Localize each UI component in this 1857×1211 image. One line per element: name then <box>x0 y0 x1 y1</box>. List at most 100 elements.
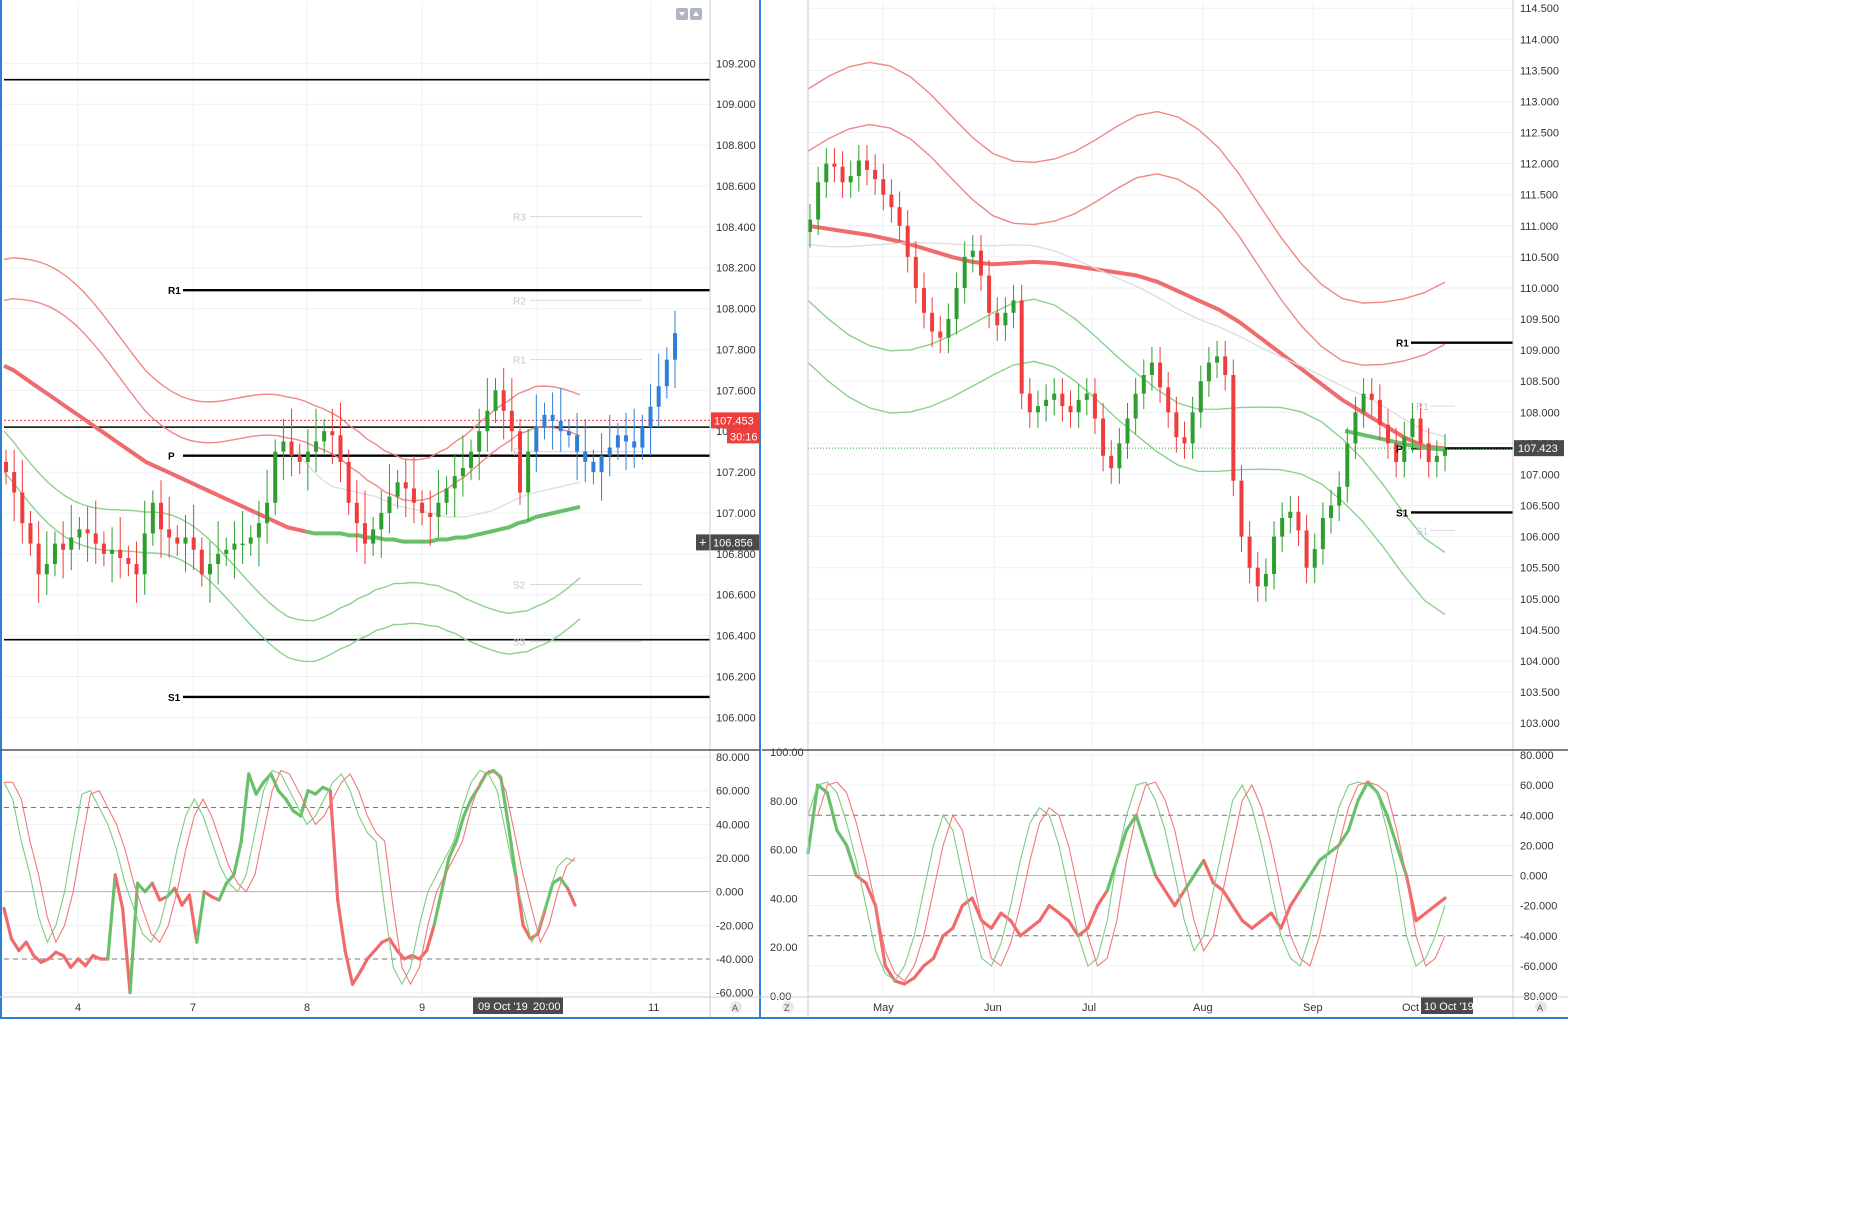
candle-body <box>615 435 620 448</box>
oscillator-main-line <box>951 904 965 930</box>
oscillator-main-line <box>195 890 206 944</box>
y-tick-label: 104.500 <box>1520 625 1560 637</box>
candle-body <box>1345 443 1350 487</box>
faint-pivot-label: R2 <box>513 296 526 307</box>
faint-pivot-label: S2 <box>513 580 526 591</box>
oscillator-main-line <box>61 954 73 969</box>
candle-body <box>485 410 490 432</box>
osc-y-tick-label-left: 80.00 <box>770 796 798 808</box>
candle-body <box>816 182 821 220</box>
candle-body <box>134 564 139 575</box>
candle-body <box>1035 406 1040 413</box>
candle-body <box>199 549 204 575</box>
oscillator-main-line <box>1202 858 1215 885</box>
candle-body <box>93 533 98 544</box>
candle-body <box>1320 517 1325 550</box>
candle-body <box>1272 536 1277 574</box>
candle-body <box>1011 300 1016 313</box>
time-tag: 20:00 <box>533 1001 561 1013</box>
candle-body <box>1215 356 1220 363</box>
candle-body <box>1304 530 1309 568</box>
candle-body <box>1141 375 1146 394</box>
candle-body <box>305 451 310 462</box>
osc-y-tick-label-right: -40.000 <box>1520 931 1557 943</box>
osc-y-tick-label-right: 20.000 <box>1520 840 1554 852</box>
y-tick-label: 109.000 <box>716 99 756 111</box>
log-scale-label: Z <box>784 1003 790 1013</box>
x-tick-label: 7 <box>190 1002 196 1014</box>
candle-body <box>840 166 845 183</box>
candle-body <box>1125 418 1130 444</box>
osc-y-tick-label: 0.000 <box>716 887 744 899</box>
candle-body <box>387 496 392 513</box>
candle-body <box>322 431 327 442</box>
candle-body <box>542 414 547 428</box>
osc-y-tick-label: 20.000 <box>716 853 750 865</box>
date-tag: 09 Oct '19 <box>478 1001 528 1013</box>
oscillator-main-line <box>328 789 340 902</box>
y-tick-label: 113.000 <box>1520 96 1559 108</box>
osc-y-tick-label-right: 80.000 <box>1520 750 1554 762</box>
oscillator-main-line <box>276 789 288 801</box>
y-tick-label: 106.500 <box>1520 501 1560 513</box>
candle-body <box>987 275 992 313</box>
candle-body <box>150 502 155 534</box>
y-tick-label: 105.500 <box>1520 563 1560 575</box>
candle-body <box>1280 517 1285 537</box>
candle-body <box>12 472 17 493</box>
osc-y-tick-label-left: 60.00 <box>770 845 798 857</box>
oscillator-main-line <box>1163 888 1177 908</box>
candle-layer <box>4 144 1447 603</box>
oscillator-main-line <box>9 937 21 953</box>
candle-body <box>297 455 302 462</box>
bollinger-band-line <box>807 360 1446 616</box>
candle-body <box>4 461 8 473</box>
oscillator-main-line <box>883 964 897 983</box>
y-tick-label: 108.000 <box>1520 407 1560 419</box>
candle-body <box>362 523 367 544</box>
candle-body <box>946 319 951 338</box>
pivot-label: P <box>1396 444 1403 455</box>
candle-body <box>159 502 164 530</box>
candle-body <box>1109 455 1114 469</box>
candle-body <box>921 287 926 313</box>
candle-body <box>1353 412 1358 444</box>
y-tick-label: 105.000 <box>1520 594 1560 606</box>
candle-body <box>420 502 425 513</box>
price-tag-value: 107.423 <box>1518 443 1558 455</box>
candle-body <box>1060 393 1065 407</box>
candle-body <box>526 451 531 493</box>
candle-body <box>101 543 106 554</box>
candle-body <box>1190 412 1195 444</box>
candle-body <box>126 557 131 565</box>
osc-y-tick-label: 40.000 <box>716 819 750 831</box>
candle-body <box>1052 393 1057 400</box>
candle-body <box>1068 406 1073 413</box>
candle-body <box>110 549 115 554</box>
oscillator-main-line <box>106 873 117 961</box>
oscillator-main-line <box>999 911 1013 923</box>
oscillator-main-line <box>425 923 436 953</box>
y-tick-label: 108.800 <box>716 140 756 152</box>
candle-body <box>216 553 221 565</box>
oscillator-main-line <box>1424 904 1437 915</box>
candle-body <box>207 564 212 575</box>
candle-body <box>889 194 894 208</box>
faint-pivot-label: S1 <box>1416 526 1429 537</box>
y-tick-label: 106.000 <box>1520 532 1560 544</box>
oscillator-main-line <box>931 934 945 960</box>
oscillator-main-line <box>825 791 839 832</box>
candle-body <box>20 492 25 524</box>
oscillator-main-line <box>254 780 266 796</box>
oscillator-main-line <box>1192 858 1206 878</box>
oscillator-main-line <box>1221 888 1235 908</box>
candle-body <box>978 250 983 276</box>
candle-body <box>36 543 41 575</box>
candle-body <box>379 512 384 530</box>
candle-body <box>61 543 66 550</box>
candle-body <box>191 537 196 550</box>
candle-body <box>1092 393 1097 419</box>
candle-body <box>142 533 147 575</box>
oscillator-main-line <box>1308 858 1322 878</box>
oscillator-main-line <box>373 940 384 953</box>
